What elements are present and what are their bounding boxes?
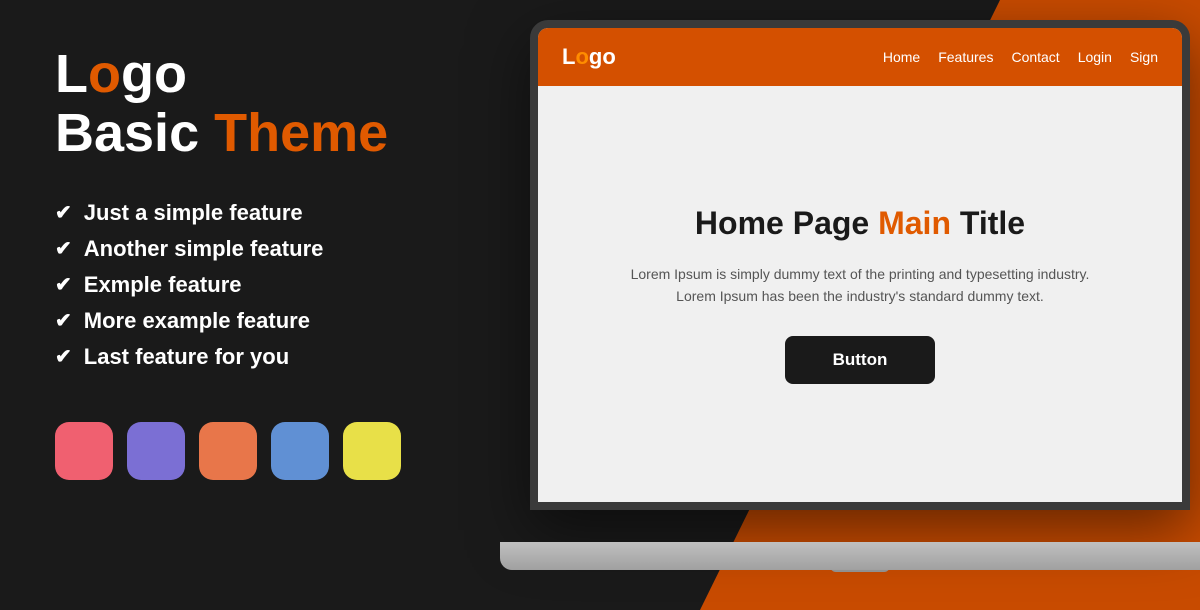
list-item: ✔ Another simple feature	[55, 236, 445, 262]
swatch-blue[interactable]	[271, 422, 329, 480]
logo-text-orange: o	[88, 44, 121, 104]
check-icon: ✔	[55, 200, 72, 225]
laptop-base	[500, 542, 1200, 570]
swatch-salmon[interactable]	[199, 422, 257, 480]
left-panel: Logo Basic Theme ✔ Just a simple feature…	[0, 0, 500, 610]
subtitle-text-orange: Theme	[214, 103, 388, 163]
feature-label: Just a simple feature	[84, 200, 303, 226]
feature-label: Exmple feature	[84, 272, 242, 298]
screen-navbar: Logo Home Features Contact Login Sign	[538, 28, 1182, 86]
nav-link-signup[interactable]: Sign	[1130, 49, 1158, 65]
subtitle-heading: Basic Theme	[55, 104, 445, 163]
list-item: ✔ Just a simple feature	[55, 200, 445, 226]
nav-link-home[interactable]: Home	[883, 49, 920, 65]
nav-link-login[interactable]: Login	[1078, 49, 1112, 65]
check-icon: ✔	[55, 344, 72, 369]
nav-link-features[interactable]: Features	[938, 49, 993, 65]
list-item: ✔ Last feature for you	[55, 344, 445, 370]
features-list: ✔ Just a simple feature ✔ Another simple…	[55, 200, 445, 380]
hero-title-orange: Main	[878, 205, 951, 241]
logo-text-white: L	[55, 44, 88, 104]
hero-title-end: Title	[951, 205, 1025, 241]
hero-title: Home Page Main Title	[695, 204, 1025, 242]
laptop-mockup: Logo Home Features Contact Login Sign Ho…	[500, 20, 1200, 600]
logo-text-white2: go	[121, 44, 187, 104]
list-item: ✔ Exmple feature	[55, 272, 445, 298]
swatch-yellow[interactable]	[343, 422, 401, 480]
hero-description: Lorem Ipsum is simply dummy text of the …	[620, 263, 1100, 308]
hero-title-black: Home Page	[695, 205, 878, 241]
swatch-purple[interactable]	[127, 422, 185, 480]
check-icon: ✔	[55, 272, 72, 297]
screen-hero: Home Page Main Title Lorem Ipsum is simp…	[538, 86, 1182, 502]
logo-heading: Logo	[55, 45, 445, 104]
laptop-body: Logo Home Features Contact Login Sign Ho…	[530, 20, 1190, 510]
check-icon: ✔	[55, 308, 72, 333]
nav-link-contact[interactable]: Contact	[1011, 49, 1059, 65]
subtitle-text-white: Basic	[55, 103, 214, 163]
logo-section: Logo Basic Theme	[55, 45, 445, 192]
feature-label: More example feature	[84, 308, 310, 334]
swatch-pink[interactable]	[55, 422, 113, 480]
screen-logo: Logo	[562, 44, 616, 70]
check-icon: ✔	[55, 236, 72, 261]
hero-button[interactable]: Button	[785, 336, 936, 384]
screen-nav-links: Home Features Contact Login Sign	[883, 49, 1158, 65]
feature-label: Another simple feature	[84, 236, 324, 262]
list-item: ✔ More example feature	[55, 308, 445, 334]
laptop-screen: Logo Home Features Contact Login Sign Ho…	[538, 28, 1182, 502]
screen-logo-text: Logo	[562, 44, 616, 69]
color-swatches	[55, 422, 445, 480]
feature-label: Last feature for you	[84, 344, 289, 370]
screen-logo-orange: o	[575, 44, 588, 69]
